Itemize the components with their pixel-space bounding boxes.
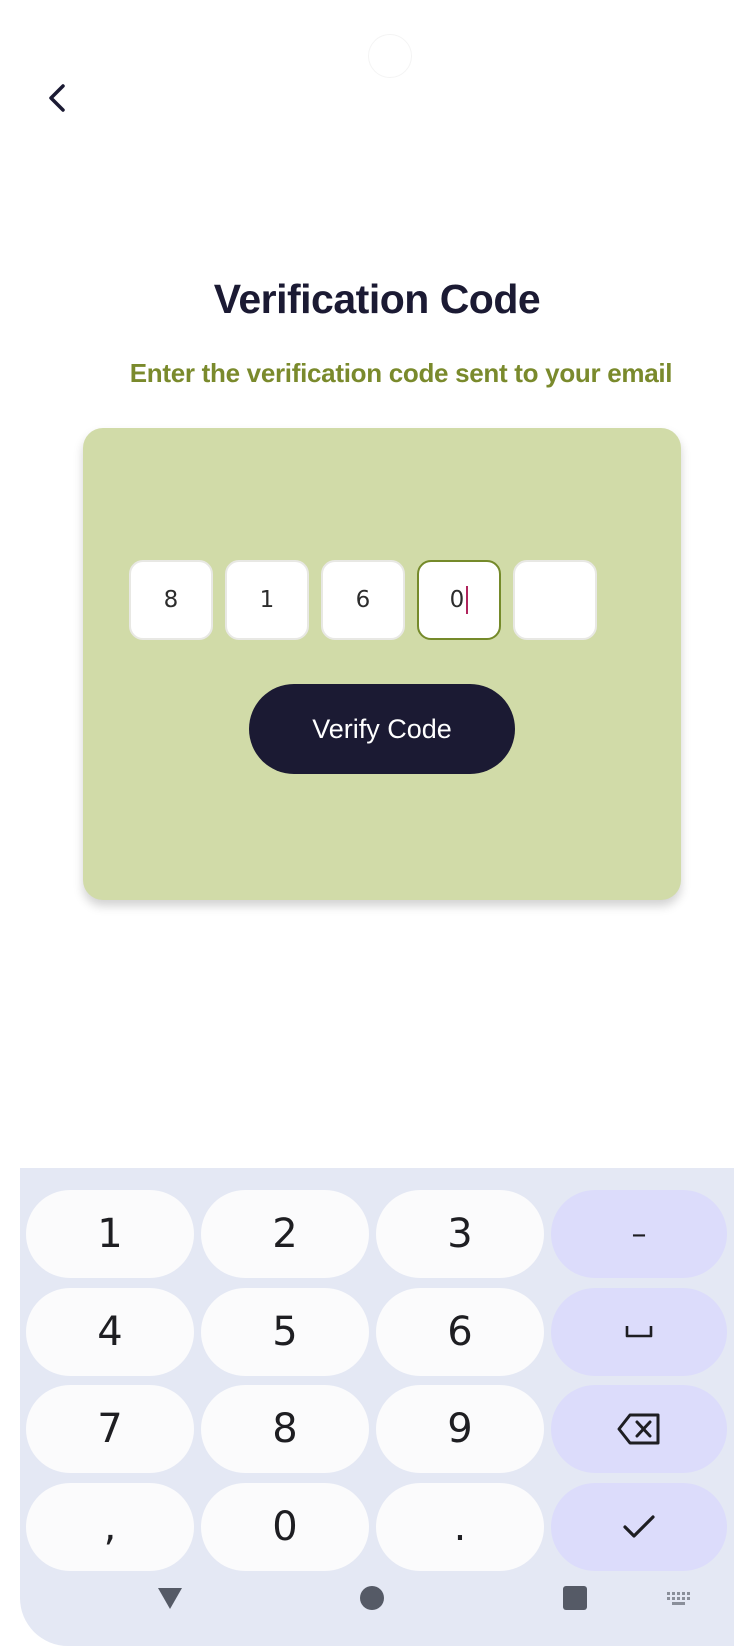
key-label: 8: [272, 1406, 298, 1452]
page-subtitle: Enter the verification code sent to your…: [129, 358, 673, 388]
verification-card: 8 1 6 0 Verify Code: [83, 428, 681, 900]
key-7[interactable]: 7: [26, 1385, 194, 1473]
verify-code-button[interactable]: Verify Code: [249, 684, 515, 774]
code-digit-value: 6: [355, 587, 371, 613]
key-label: 9: [447, 1406, 473, 1452]
key-label: 4: [97, 1309, 123, 1355]
key-9[interactable]: 9: [376, 1385, 544, 1473]
home-circle-icon: [360, 1586, 384, 1610]
key-label: 6: [447, 1309, 473, 1355]
key-8[interactable]: 8: [201, 1385, 369, 1473]
code-digit-1[interactable]: 8: [129, 560, 213, 640]
nav-home-button[interactable]: [352, 1578, 392, 1618]
key-space[interactable]: [551, 1288, 727, 1376]
key-2[interactable]: 2: [201, 1190, 369, 1278]
key-1[interactable]: 1: [26, 1190, 194, 1278]
back-triangle-icon: [158, 1588, 182, 1609]
check-icon: [623, 1515, 655, 1538]
chevron-left-icon: [49, 84, 65, 112]
system-navigation-bar: [20, 1558, 734, 1646]
camera-cutout: [368, 34, 412, 78]
verify-code-label: Verify Code: [312, 713, 452, 744]
key-label: 0: [272, 1504, 298, 1550]
code-digit-4[interactable]: 0: [417, 560, 501, 640]
code-input-row: 8 1 6 0: [129, 560, 597, 640]
key-4[interactable]: 4: [26, 1288, 194, 1376]
key-label: 2: [272, 1211, 298, 1257]
text-caret: [466, 586, 469, 614]
key-label: 7: [97, 1406, 123, 1452]
key-backspace[interactable]: [551, 1385, 727, 1473]
code-digit-value: 1: [259, 587, 275, 613]
backspace-icon: [617, 1413, 660, 1445]
nav-keyboard-switch-button[interactable]: [660, 1578, 700, 1618]
code-digit-2[interactable]: 1: [225, 560, 309, 640]
page-title: Verification Code: [213, 276, 541, 322]
recents-square-icon: [563, 1586, 587, 1610]
key-dash[interactable]: –: [551, 1190, 727, 1278]
key-label: .: [453, 1504, 467, 1550]
code-digit-3[interactable]: 6: [321, 560, 405, 640]
key-label: 1: [97, 1211, 123, 1257]
key-5[interactable]: 5: [201, 1288, 369, 1376]
key-label: ,: [103, 1504, 117, 1550]
key-3[interactable]: 3: [376, 1190, 544, 1278]
nav-back-button[interactable]: [150, 1578, 190, 1618]
back-button[interactable]: [38, 70, 78, 126]
code-digit-value: 0: [449, 587, 465, 613]
code-digit-value: 8: [163, 587, 179, 613]
key-label: –: [631, 1216, 647, 1252]
space-icon: [625, 1326, 653, 1338]
nav-recents-button[interactable]: [555, 1578, 595, 1618]
key-6[interactable]: 6: [376, 1288, 544, 1376]
code-digit-5[interactable]: [513, 560, 597, 640]
phone-screen: Verification Code Enter the verification…: [20, 8, 734, 1646]
key-label: 3: [447, 1211, 473, 1257]
keyboard-switch-icon: [667, 1592, 690, 1605]
key-label: 5: [272, 1309, 298, 1355]
